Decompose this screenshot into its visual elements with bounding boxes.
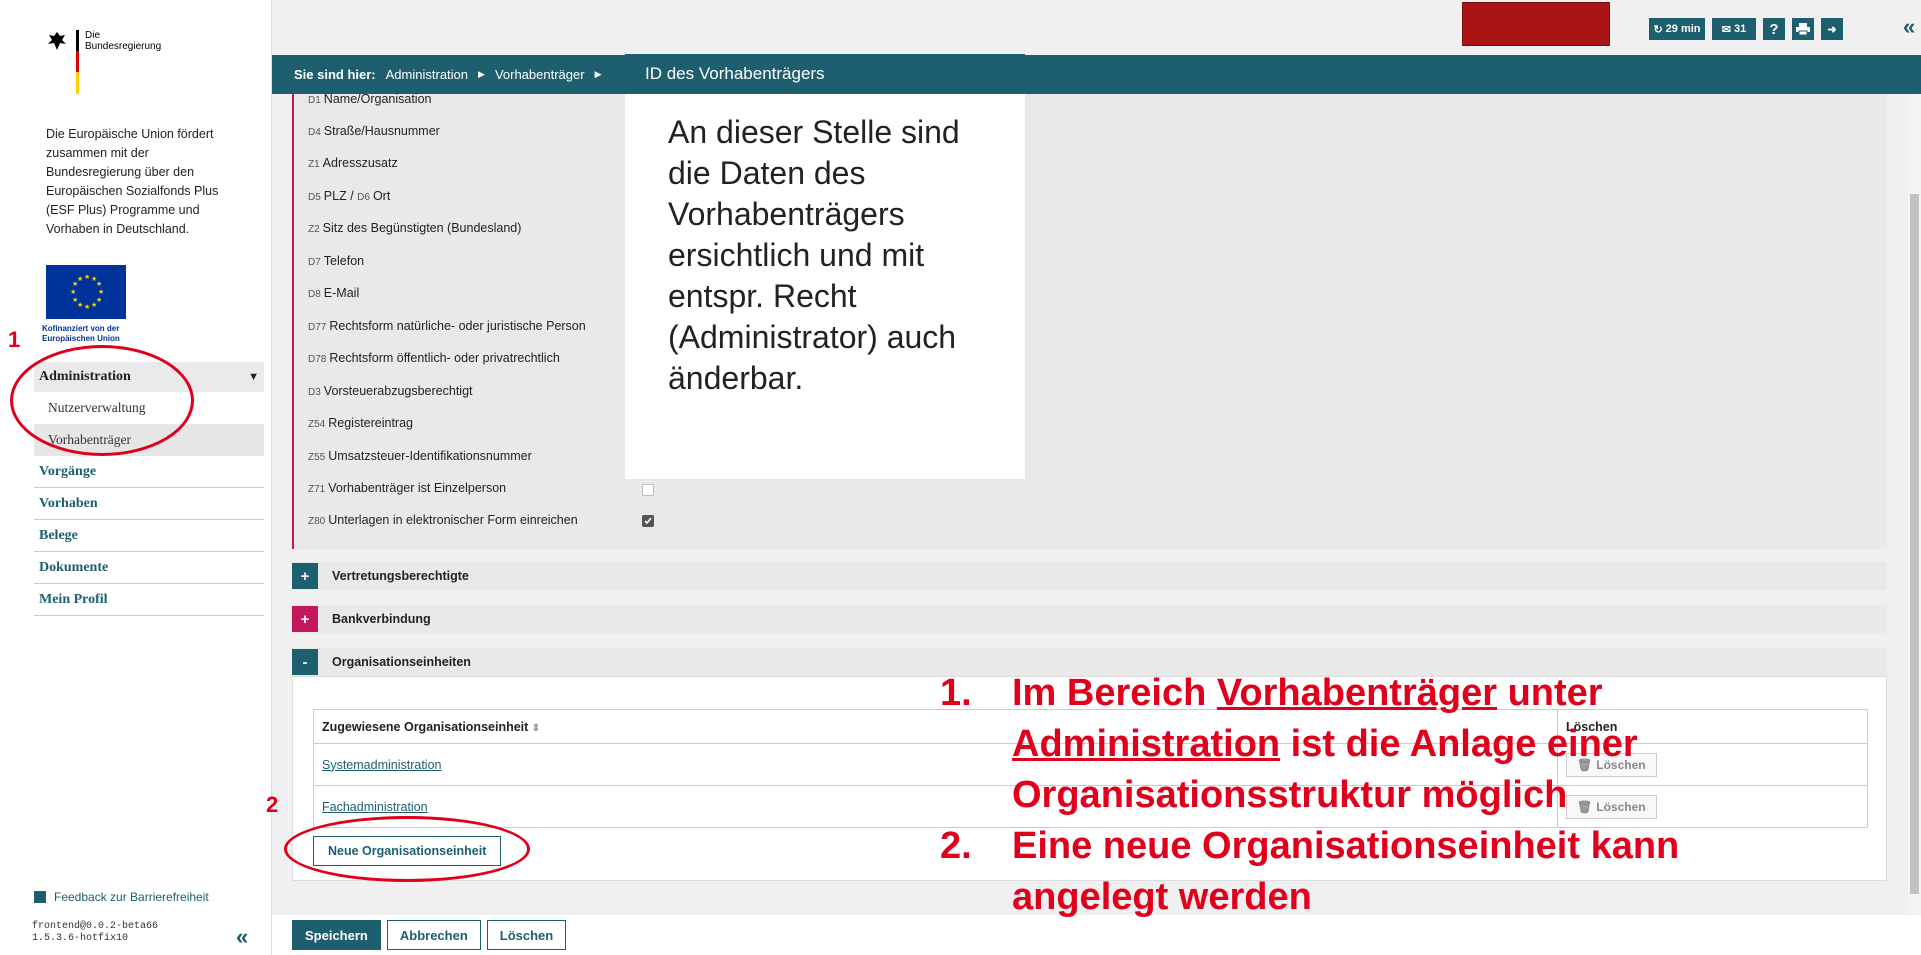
expand-icon[interactable]: + (292, 563, 318, 589)
help-button[interactable]: ? (1763, 18, 1785, 40)
nav-item-vorhaben[interactable]: Vorhaben (34, 488, 264, 520)
logo-text-line2: Bundesregierung (85, 41, 162, 52)
refresh-icon: ↻ (1653, 23, 1663, 36)
einzelperson-checkbox[interactable] (642, 484, 654, 496)
print-icon (1796, 23, 1810, 35)
annotation-step2: 2. Eine neue Organisationseinheit kann a… (940, 825, 1680, 918)
sidebar: Die Bundesregierung Die Europäische Unio… (0, 0, 272, 955)
svg-text:★: ★ (84, 303, 90, 311)
bundesregierung-logo: Die Bundesregierung (46, 30, 161, 94)
org-link-fachadministration[interactable]: Fachadministration (322, 800, 428, 814)
elektronisch-checkbox[interactable] (642, 515, 654, 527)
logo-text-line1: Die (85, 30, 101, 41)
annotation-oval-1 (10, 345, 194, 456)
top-bar: ↻ 29 min ✉ 31 ? ➜ « (272, 0, 1921, 55)
version-line2: 1.5.3.6-hotfix10 (32, 933, 129, 944)
svg-text:★: ★ (70, 288, 76, 296)
org-link-systemadministration[interactable]: Systemadministration (322, 758, 442, 772)
messages-button[interactable]: ✉ 31 (1712, 18, 1756, 40)
sort-icon: ⇕ (531, 722, 541, 734)
nav-item-mein-profil[interactable]: Mein Profil (34, 584, 264, 616)
nav-item-belege[interactable]: Belege (34, 520, 264, 552)
section-vertretungsberechtigte[interactable]: + Vertretungsberechtigte (292, 562, 1887, 590)
svg-text:★: ★ (96, 280, 102, 288)
annotation-marker-2: 2 (266, 792, 279, 817)
annotation-oval-2 (284, 816, 530, 882)
chevron-down-icon: ▼ (248, 371, 259, 383)
collapse-icon[interactable]: - (292, 649, 318, 675)
id-tooltip: ID des Vorhabenträgers An dieser Stelle … (625, 54, 1025, 479)
flag-bar (76, 30, 79, 94)
svg-text:★: ★ (72, 296, 78, 304)
checkmark-icon (644, 517, 652, 525)
field-rechtsform-person: D77 Rechtsform natürliche- oder juristisc… (308, 319, 586, 333)
breadcrumb-label: Sie sind hier: (294, 67, 376, 82)
messages-count: 31 (1733, 23, 1747, 35)
delete-button[interactable]: Löschen (486, 920, 567, 950)
field-strasse: D4 Straße/Hausnummer (308, 124, 440, 138)
session-timer-label: 29 min (1665, 23, 1701, 35)
sidebar-collapse-button[interactable]: « (236, 924, 248, 950)
redacted-user-box (1462, 2, 1610, 46)
annotation-marker-1: 1 (8, 327, 21, 352)
tooltip-body: An dieser Stelle sind die Daten des Vorh… (668, 114, 960, 396)
svg-text:★: ★ (91, 301, 97, 309)
field-email: D8 E-Mail (308, 286, 360, 300)
field-adresszusatz: Z1 Adresszusatz (308, 156, 398, 170)
breadcrumb: Sie sind hier: Administration ▶ Vorhaben… (272, 55, 1921, 94)
logout-button[interactable]: ➜ (1821, 18, 1843, 40)
field-ustid: Z55 Umsatzsteuer-Identifikationsnummer (308, 449, 532, 463)
tooltip-title: ID des Vorhabenträgers (625, 54, 1025, 94)
section-org-label: Organisationseinheiten (332, 655, 471, 669)
section-bank-label: Bankverbindung (332, 612, 431, 626)
envelope-icon: ✉ (1721, 23, 1731, 36)
print-button[interactable] (1792, 18, 1814, 40)
field-rechtsform-recht: D78 Rechtsform öffentlich- oder privatrec… (308, 351, 560, 365)
nav-item-vorgaenge[interactable]: Vorgänge (34, 456, 264, 488)
field-registereintrag: Z54 Registereintrag (308, 416, 413, 430)
topbar-collapse-button[interactable]: « (1903, 14, 1915, 40)
eu-flag-icon: ★ ★ ★ ★ ★ ★ ★ ★ ★ ★ ★ ★ (46, 265, 126, 319)
feedback-link[interactable]: Feedback zur Barrierefreiheit (34, 890, 209, 904)
cancel-button[interactable]: Abbrechen (386, 920, 481, 950)
breadcrumb-arrow-icon: ▶ (594, 69, 602, 79)
logout-icon: ➜ (1827, 23, 1837, 36)
annotation-text: 1. Im Bereich Vorhabenträger unter Admin… (940, 668, 1900, 923)
section-bankverbindung[interactable]: + Bankverbindung (292, 605, 1887, 633)
main-scrollbar[interactable] (1908, 94, 1921, 914)
field-vorsteuer: D3 Vorsteuerabzugsberechtigt (308, 384, 473, 398)
svg-text:★: ★ (84, 273, 90, 281)
breadcrumb-vorhabentraeger[interactable]: Vorhabenträger (495, 67, 585, 82)
field-plz-ort: D5 PLZ / D6 Ort (308, 189, 391, 203)
field-elektronisch: Z80 Unterlagen in elektronischer Form ein… (308, 513, 578, 527)
annotation-step1: 1. Im Bereich Vorhabenträger unter Admin… (940, 672, 1638, 816)
svg-text:★: ★ (77, 275, 83, 283)
svg-text:★: ★ (98, 288, 104, 296)
feedback-label: Feedback zur Barrierefreiheit (54, 890, 209, 904)
nav-item-dokumente[interactable]: Dokumente (34, 552, 264, 584)
field-sitz: Z2 Sitz des Begünstigten (Bundesland) (308, 221, 522, 235)
version-info: frontend@0.0.2-beta66 1.5.3.6-hotfix10 (32, 921, 158, 945)
field-name-organisation: D1 Name/Organisation (308, 92, 432, 106)
breadcrumb-arrow-icon: ▶ (478, 69, 485, 79)
save-button[interactable]: Speichern (292, 920, 381, 950)
field-einzelperson: Z71 Vorhabenträger ist Einzelperson (308, 481, 507, 495)
expand-icon[interactable]: + (292, 606, 318, 632)
edit-icon (34, 891, 46, 903)
eu-caption: Kofinanziert von der Europäischen Union (42, 324, 120, 343)
session-timer-button[interactable]: ↻ 29 min (1649, 18, 1705, 40)
eagle-icon (48, 32, 66, 50)
breadcrumb-administration[interactable]: Administration (386, 67, 468, 82)
vorhabentraeger-panel: D1 Name/Organisation D4 Straße/Hausnummer … (292, 92, 1887, 549)
version-line1: frontend@0.0.2-beta66 (32, 921, 159, 932)
scroll-thumb[interactable] (1910, 194, 1919, 894)
eu-funding-text: Die Europäische Union fördert zusammen m… (46, 127, 219, 236)
section-vertretung-label: Vertretungsberechtigte (332, 569, 469, 583)
field-telefon: D7 Telefon (308, 254, 365, 268)
